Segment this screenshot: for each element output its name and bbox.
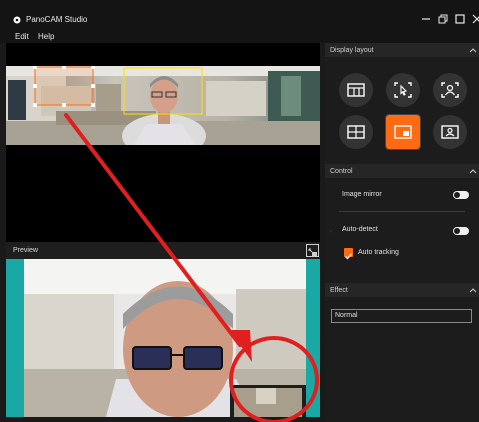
layout-person-button[interactable] [433,73,467,107]
minimize-icon[interactable] [420,13,432,25]
chevron-up-icon [469,48,477,53]
layout-quad-button[interactable] [339,115,373,149]
restore-icon[interactable] [437,13,449,25]
display-layout-title: Display layout [330,47,374,54]
preview-label: Preview [13,247,38,254]
app-window: PanoCAM Studio Edit Help Preview Display… [0,0,479,422]
chevron-up-icon [469,169,477,174]
title-bar: PanoCAM Studio [0,0,479,31]
quad-layout-icon [347,125,365,139]
effect-select[interactable]: Normal [331,309,472,323]
auto-detect-toggle[interactable] [453,227,469,235]
auto-detect-label: Auto-detect [342,226,378,233]
person-frame-icon [441,82,459,98]
settings-panel: Display layout Control Image mirror ✓ Au… [325,43,479,422]
menu-edit[interactable]: Edit [15,31,29,42]
presenter-icon [441,125,459,139]
app-logo-icon [13,16,21,24]
checkmark-icon [345,253,352,260]
image-mirror-label: Image mirror [342,191,382,198]
divider [339,211,465,212]
layout-pip-button[interactable] [385,114,421,150]
pip-toggle-icon[interactable] [306,244,319,257]
menu-bar: Edit Help [0,31,479,43]
layout-presenter-button[interactable] [433,115,467,149]
preview-header: Preview [6,242,320,259]
control-header[interactable]: Control [325,164,479,178]
preview-image [6,259,320,417]
app-title: PanoCAM Studio [26,15,88,24]
picture-in-picture-icon [394,125,412,139]
effect-header[interactable]: Effect [325,283,479,297]
image-mirror-toggle[interactable] [453,191,469,199]
pointer-focus-icon [394,82,412,98]
check-mark-icon: ✓ [329,229,335,235]
chevron-up-icon [469,288,477,293]
auto-tracking-checkbox[interactable] [344,248,353,260]
effect-title: Effect [330,287,348,294]
layout-pointer-button[interactable] [386,73,420,107]
auto-tracking-label: Auto tracking [358,249,399,256]
maximize-icon[interactable] [454,13,466,25]
panorama-image [6,66,320,145]
grid-layout-icon [347,83,365,97]
effect-select-value: Normal [335,312,358,319]
display-layout-header[interactable]: Display layout [325,43,479,57]
close-icon[interactable] [471,13,479,25]
layout-grid-button[interactable] [339,73,373,107]
control-title: Control [330,168,353,175]
menu-help[interactable]: Help [38,31,54,42]
